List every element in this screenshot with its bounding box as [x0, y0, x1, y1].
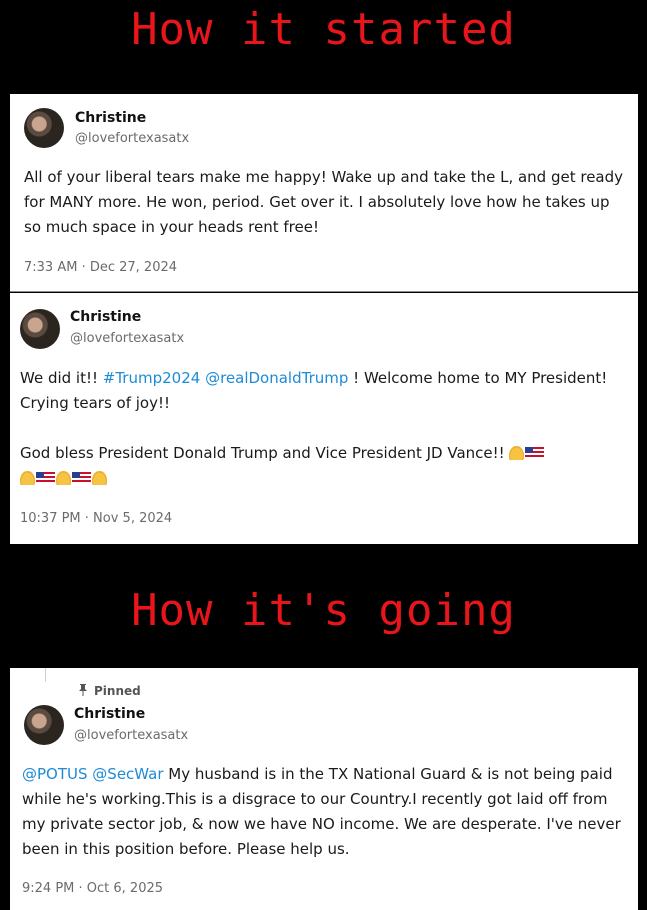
mention-link[interactable]: @realDonaldTrump — [205, 369, 348, 387]
tweet-text: All of your liberal tears make me happy!… — [24, 168, 624, 236]
tweet-text-start: We did it!! — [20, 369, 103, 387]
tweet-card[interactable]: Pinned Christine @lovefortexasatx @POTUS… — [10, 668, 638, 910]
avatar[interactable] — [20, 309, 60, 349]
avatar[interactable] — [24, 705, 64, 745]
hashtag-link[interactable]: #Trump2024 — [103, 369, 201, 387]
author-handle[interactable]: @lovefortexasatx — [75, 131, 189, 146]
author-name[interactable]: Christine — [75, 110, 146, 126]
tweet-timestamp[interactable]: 7:33 AM · Dec 27, 2024 — [24, 260, 177, 275]
tweet-timestamp[interactable]: 10:37 PM · Nov 5, 2024 — [20, 511, 172, 526]
mention-link[interactable]: @SecWar — [92, 765, 163, 783]
tweet-text-para2: God bless President Donald Trump and Vic… — [20, 444, 510, 462]
avatar[interactable] — [24, 108, 64, 148]
mention-link[interactable]: @POTUS — [22, 765, 88, 783]
pinned-indicator: Pinned — [78, 684, 141, 698]
tweet-text-paragraph: God bless President Donald Trump and Vic… — [20, 441, 625, 491]
folded-hands-icon — [92, 471, 107, 485]
folded-hands-icon — [20, 471, 35, 485]
us-flag-icon — [36, 472, 55, 484]
tweet-card[interactable]: Christine @lovefortexasatx All of your l… — [10, 94, 638, 292]
folded-hands-icon — [509, 446, 525, 460]
how-its-going-caption: How it's going — [131, 585, 516, 636]
us-flag-icon — [525, 447, 545, 459]
author-name[interactable]: Christine — [74, 706, 145, 722]
tweet-timestamp[interactable]: 9:24 PM · Oct 6, 2025 — [22, 881, 163, 896]
thread-line — [45, 668, 46, 682]
pin-icon — [79, 684, 87, 696]
folded-hands-icon — [56, 471, 71, 485]
tweet-card[interactable]: Christine @lovefortexasatx We did it!! #… — [10, 293, 638, 544]
us-flag-icon — [72, 472, 91, 484]
how-it-started-caption: How it started — [131, 4, 516, 55]
author-handle[interactable]: @lovefortexasatx — [74, 728, 188, 743]
author-handle[interactable]: @lovefortexasatx — [70, 331, 184, 346]
tweet-text: @POTUS @SecWar My husband is in the TX N… — [22, 762, 625, 862]
pinned-label: Pinned — [94, 684, 141, 698]
tweet-text: We did it!! #Trump2024 @realDonaldTrump … — [20, 366, 625, 416]
author-name[interactable]: Christine — [70, 309, 141, 325]
